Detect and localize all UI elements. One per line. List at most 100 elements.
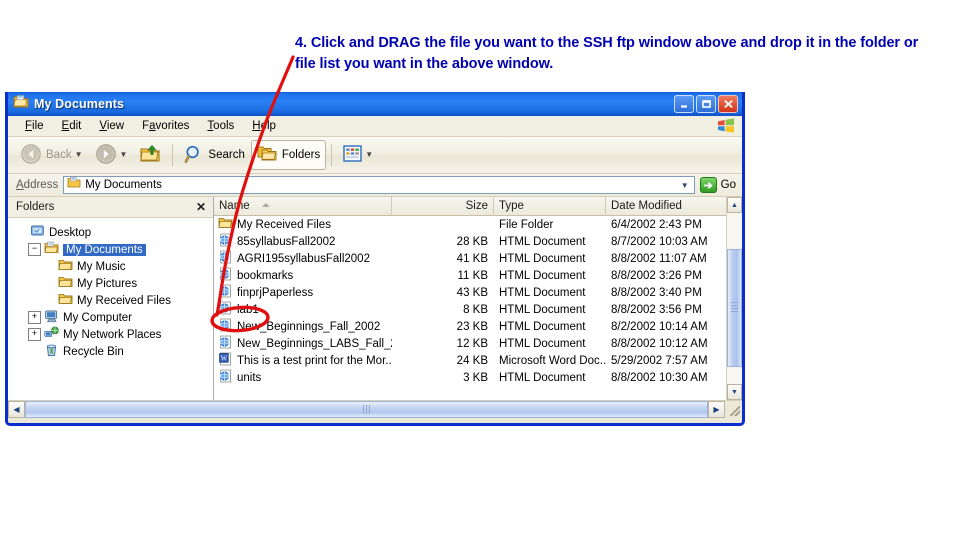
forward-dropdown-caret[interactable]: ▼ bbox=[120, 151, 128, 159]
window-resize-grip[interactable] bbox=[725, 401, 742, 418]
tree-item-label: My Computer bbox=[63, 311, 133, 324]
table-row[interactable]: New_Beginnings_Fall_2002 23 KB HTML Docume… bbox=[214, 318, 726, 335]
tree-expand-icon[interactable]: + bbox=[28, 311, 41, 324]
file-name-cell: lab1 bbox=[214, 301, 392, 318]
file-name-cell: My Received Files bbox=[214, 216, 392, 233]
file-date-cell: 8/8/2002 10:12 AM bbox=[611, 337, 708, 350]
file-type-cell: HTML Document bbox=[499, 337, 586, 350]
back-button[interactable]: Back ▼ bbox=[14, 140, 89, 170]
scroll-up-arrow-icon[interactable]: ▲ bbox=[727, 197, 742, 213]
address-value: My Documents bbox=[85, 179, 162, 191]
file-name-label: AGRI195syllabusFall2002 bbox=[237, 252, 370, 265]
folders-pane-title: Folders bbox=[16, 201, 55, 213]
menu-item-edit[interactable]: Edit bbox=[53, 118, 91, 134]
table-row[interactable]: finprjPaperless 43 KB HTML Document 8/8/200… bbox=[214, 284, 726, 301]
folders-pane-header: Folders ✕ bbox=[8, 197, 213, 218]
tree-item-my-computer[interactable]: + My Computer bbox=[14, 309, 213, 326]
scroll-right-arrow-icon[interactable]: ▶ bbox=[708, 401, 725, 418]
file-name-label: finprjPaperless bbox=[237, 286, 314, 299]
file-type-cell: HTML Document bbox=[499, 303, 586, 316]
address-input[interactable]: My Documents ▼ bbox=[63, 176, 695, 194]
html-document-icon bbox=[218, 284, 233, 301]
table-row[interactable]: W This is a test print for the Mor... 24 K… bbox=[214, 352, 726, 369]
tree-item-my-pictures[interactable]: My Pictures bbox=[14, 275, 213, 292]
tree-item-my-network-places[interactable]: + My Network Places bbox=[14, 326, 213, 343]
address-dropdown-caret[interactable]: ▼ bbox=[677, 177, 693, 193]
column-header-name[interactable]: Name bbox=[214, 197, 392, 215]
forward-button[interactable]: ▼ bbox=[89, 140, 134, 170]
go-label: Go bbox=[720, 179, 736, 191]
tree-item-recycle-bin[interactable]: Recycle Bin bbox=[14, 343, 213, 360]
windows-flag-logo bbox=[716, 117, 736, 134]
tree-item-label: My Received Files bbox=[77, 294, 171, 307]
column-header-date-modified[interactable]: Date Modified bbox=[606, 197, 726, 215]
file-type-cell: Microsoft Word Doc... bbox=[499, 354, 606, 367]
vertical-scrollbar-thumb[interactable] bbox=[727, 249, 742, 367]
file-date-cell: 8/8/2002 3:40 PM bbox=[611, 286, 702, 299]
explorer-body: Folders ✕ Desktop − My Documents My Music My… bbox=[8, 197, 742, 400]
minimize-button[interactable] bbox=[674, 95, 694, 113]
table-row[interactable]: New_Beginnings_LABS_Fall_2... 12 KB HTML D… bbox=[214, 335, 726, 352]
close-icon[interactable]: ✕ bbox=[193, 200, 209, 214]
tree-item-my-received-files[interactable]: My Received Files bbox=[14, 292, 213, 309]
address-bar: Address My Documents ▼ ➔ Go bbox=[8, 174, 742, 197]
svg-text:W: W bbox=[221, 354, 228, 362]
file-name-label: This is a test print for the Mor... bbox=[237, 354, 392, 367]
file-size-cell: 41 KB bbox=[456, 252, 488, 265]
vertical-scrollbar[interactable]: ▲ ▼ bbox=[726, 197, 742, 400]
menu-item-favorites[interactable]: Favorites bbox=[133, 118, 198, 134]
file-list-pane: Name Size Type Date Modified My Received… bbox=[214, 197, 726, 400]
table-row[interactable]: My Received Files File Folder 6/4/2002 2:4… bbox=[214, 216, 726, 233]
scroll-down-arrow-icon[interactable]: ▼ bbox=[727, 384, 742, 400]
scrollbar-grip-icon bbox=[731, 302, 738, 314]
tree-item-label: Desktop bbox=[49, 226, 92, 239]
menu-item-tools[interactable]: Tools bbox=[198, 118, 243, 134]
html-document-icon bbox=[218, 301, 233, 318]
file-date-cell: 8/8/2002 3:26 PM bbox=[611, 269, 702, 282]
horizontal-scrollbar[interactable]: ◀ ▶ bbox=[8, 400, 742, 418]
file-date-cell: 6/4/2002 2:43 PM bbox=[611, 218, 702, 231]
file-rows-container: My Received Files File Folder 6/4/2002 2:4… bbox=[214, 216, 726, 400]
search-button[interactable]: Search bbox=[178, 140, 250, 170]
file-date-cell: 8/7/2002 10:03 AM bbox=[611, 235, 708, 248]
tree-item-desktop[interactable]: Desktop bbox=[14, 224, 213, 241]
window-title: My Documents bbox=[34, 97, 125, 111]
column-header-type[interactable]: Type bbox=[494, 197, 606, 215]
go-button[interactable]: ➔ Go bbox=[699, 177, 736, 193]
tree-item-my-music[interactable]: My Music bbox=[14, 258, 213, 275]
file-size-cell: 11 KB bbox=[457, 269, 488, 282]
file-date-cell: 8/8/2002 3:56 PM bbox=[611, 303, 702, 316]
window-title-bar[interactable]: My Documents bbox=[8, 92, 742, 116]
tree-item-my-documents[interactable]: − My Documents bbox=[14, 241, 213, 258]
menu-item-view[interactable]: View bbox=[90, 118, 133, 134]
table-row[interactable]: 85syllabusFall2002 28 KB HTML Document 8/7/… bbox=[214, 233, 726, 250]
horizontal-scrollbar-thumb[interactable] bbox=[25, 401, 708, 418]
file-date-cell: 5/29/2002 7:57 AM bbox=[611, 354, 708, 367]
file-list-column-headers: Name Size Type Date Modified bbox=[214, 197, 726, 216]
tree-collapse-icon[interactable]: − bbox=[28, 243, 41, 256]
html-document-icon bbox=[218, 318, 233, 335]
menu-item-file[interactable]: FFileile bbox=[16, 118, 53, 134]
file-size-cell: 8 KB bbox=[463, 303, 488, 316]
views-dropdown-caret[interactable]: ▼ bbox=[365, 151, 373, 159]
file-name-cell: units bbox=[214, 369, 392, 386]
folder-icon bbox=[218, 216, 233, 233]
folders-button[interactable]: Folders bbox=[250, 140, 327, 170]
back-dropdown-caret[interactable]: ▼ bbox=[75, 151, 83, 159]
tree-expand-icon[interactable]: + bbox=[28, 328, 41, 341]
column-header-size[interactable]: Size bbox=[392, 197, 494, 215]
table-row[interactable]: bookmarks 11 KB HTML Document 8/8/2002 3:26… bbox=[214, 267, 726, 284]
table-row[interactable]: AGRI195syllabusFall2002 41 KB HTML Documen… bbox=[214, 250, 726, 267]
table-row[interactable]: units 3 KB HTML Document 8/8/2002 10:30 AM bbox=[214, 369, 726, 386]
table-row[interactable]: lab1 8 KB HTML Document 8/8/2002 3:56 PM bbox=[214, 301, 726, 318]
file-name-cell: New_Beginnings_Fall_2002 bbox=[214, 318, 392, 335]
menu-item-help[interactable]: Help bbox=[243, 118, 285, 134]
maximize-button[interactable] bbox=[696, 95, 716, 113]
horizontal-scrollbar-track[interactable] bbox=[25, 401, 708, 418]
file-name-cell: AGRI195syllabusFall2002 bbox=[214, 250, 392, 267]
vertical-scrollbar-track[interactable] bbox=[727, 213, 742, 384]
up-button[interactable] bbox=[133, 140, 167, 170]
views-button[interactable]: ▼ bbox=[337, 140, 379, 170]
scroll-left-arrow-icon[interactable]: ◀ bbox=[8, 401, 25, 418]
close-button[interactable] bbox=[718, 95, 738, 113]
